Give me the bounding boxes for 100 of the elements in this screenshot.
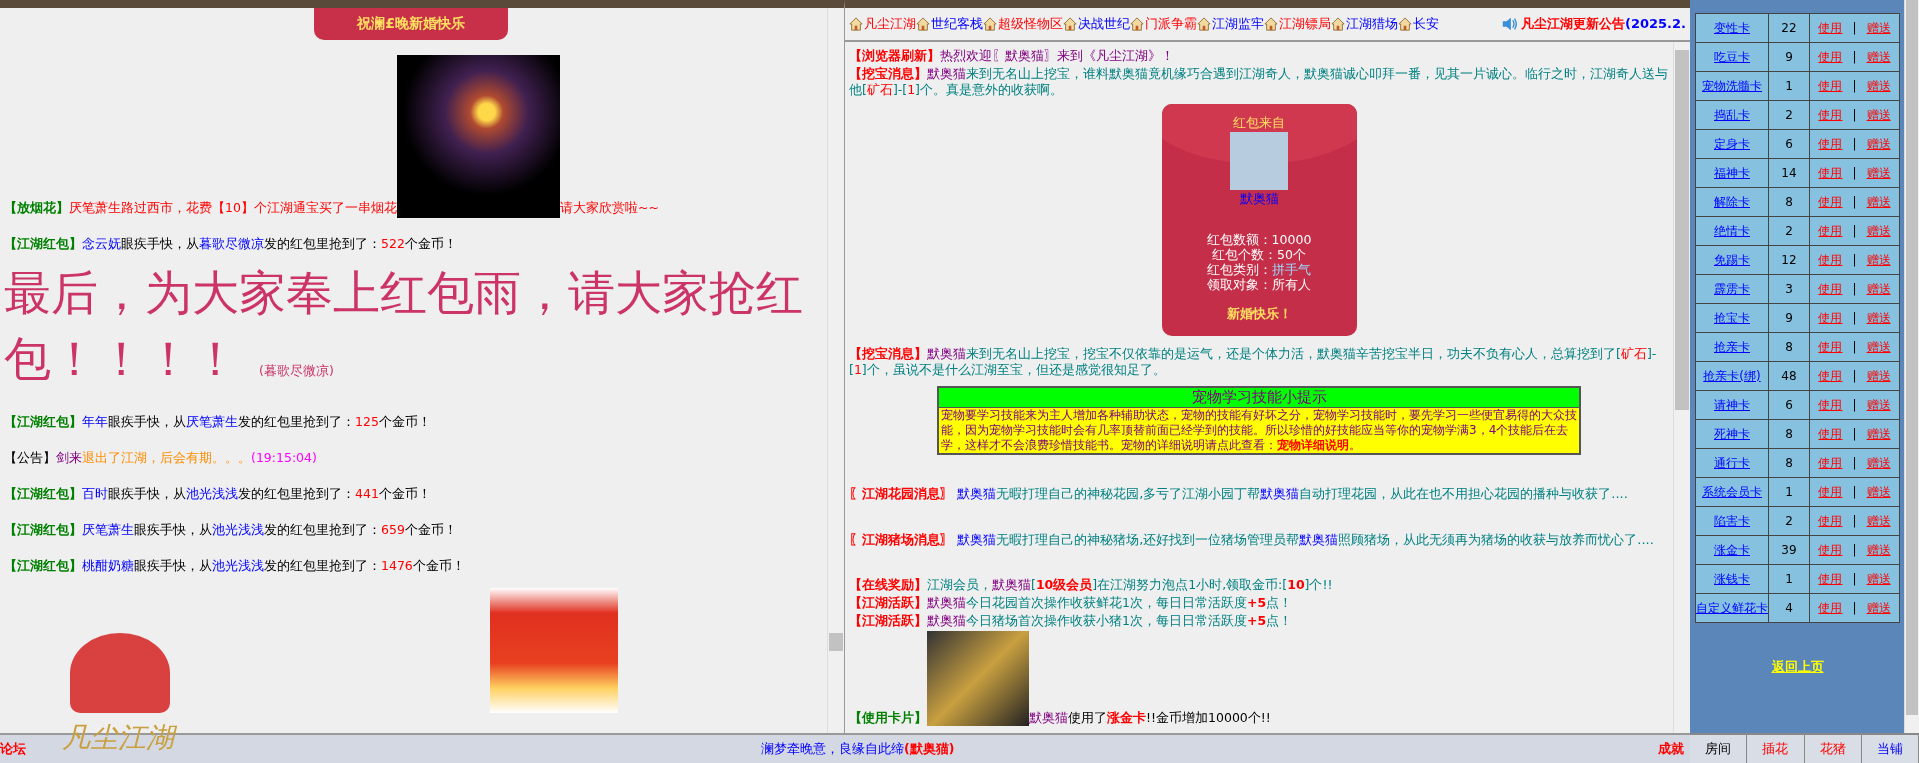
nav-link[interactable]: 超级怪物区 xyxy=(983,15,1063,33)
chat-message: 【公告】剑来退出了江湖，后会有期。。。(19:15:04) xyxy=(4,450,317,465)
announcement-link[interactable]: 凡尘江湖更新公告(2025.2. xyxy=(1520,15,1686,33)
count-cell: 48 xyxy=(1768,361,1810,391)
sender-name[interactable]: 默奥猫 xyxy=(1239,190,1279,208)
gift-link[interactable]: 赠送 xyxy=(1866,136,1891,151)
chat-message: 〖江湖猪场消息〗 默奥猫无暇打理自己的神秘猪场,还好找到一位猪场管理员帮默奥猫照顾猪场，从此无须再为猪场的收获与放养而忧心了.... xyxy=(849,532,1654,547)
back-link[interactable]: 返回上页 xyxy=(1771,659,1824,676)
avatar-placeholder xyxy=(1230,132,1288,190)
nav-link[interactable]: 江湖猎场 xyxy=(1331,15,1398,33)
use-link[interactable]: 使用 xyxy=(1818,339,1843,354)
nav-link[interactable]: 江湖镖局 xyxy=(1264,15,1331,33)
envelope-detail: 红包类别：拼手气 xyxy=(1206,262,1312,277)
use-link[interactable]: 使用 xyxy=(1818,600,1843,615)
scrollbar[interactable] xyxy=(1904,0,1919,733)
gift-link[interactable]: 赠送 xyxy=(1866,426,1891,441)
house-icon xyxy=(1331,17,1345,31)
use-link[interactable]: 使用 xyxy=(1818,426,1843,441)
envelope-detail: 领取对象：所有人 xyxy=(1206,277,1312,292)
count-cell: 8 xyxy=(1768,187,1810,217)
nav-link[interactable]: 长安 xyxy=(1398,15,1439,33)
scrollbar[interactable] xyxy=(827,8,844,733)
gift-link[interactable]: 赠送 xyxy=(1866,542,1891,557)
achievements-link[interactable]: 成就 xyxy=(1658,740,1684,758)
gift-link[interactable]: 赠送 xyxy=(1866,368,1891,383)
headline-text: 最后，为大家奉上红包雨，请大家抢红包！！！！ (暮歌尽微凉) xyxy=(4,264,804,388)
nav-link[interactable]: 世纪客栈 xyxy=(916,15,983,33)
count-cell: 4 xyxy=(1768,593,1810,623)
separator-text: | xyxy=(1852,600,1857,615)
use-link[interactable]: 使用 xyxy=(1818,484,1843,499)
separator-text: | xyxy=(1852,310,1857,325)
use-link[interactable]: 使用 xyxy=(1818,20,1843,35)
house-icon xyxy=(1197,17,1211,31)
gift-link[interactable]: 赠送 xyxy=(1866,165,1891,180)
gift-link[interactable]: 赠送 xyxy=(1866,20,1891,35)
gift-link[interactable]: 赠送 xyxy=(1866,339,1891,354)
chat-message: 请大家欣赏啦~~ xyxy=(559,200,659,215)
use-link[interactable]: 使用 xyxy=(1818,513,1843,528)
marquee-text: 澜梦牵晚意，良缘自此缔(默奥猫) xyxy=(761,740,955,758)
gift-link[interactable]: 赠送 xyxy=(1866,223,1891,238)
gift-link[interactable]: 赠送 xyxy=(1866,252,1891,267)
tip-text: 宠物要学习技能来为主人增加各种辅助状态，宠物的技能有好坏之分，宠物学习技能时，要先学习一些便宜易得的大众技能，因为宠物学习技能时会有几率顶替前面已经学到的技能。所以珍惜的好技能应当等你的宠物学满3，4个技能后在去学，这样才不会浪费珍惜技能书。宠物的详细说明请点此查看：宠物详细说明。 xyxy=(940,408,1578,453)
use-link[interactable]: 使用 xyxy=(1818,136,1843,151)
use-link[interactable]: 使用 xyxy=(1818,78,1843,93)
nav-link[interactable]: 门派争霸 xyxy=(1130,15,1197,33)
count-cell: 2 xyxy=(1768,506,1810,536)
chat-message: 【挖宝消息】默奥猫来到无名山上挖宝，谁料默奥猫竟机缘巧合遇到江湖奇人，默奥猫诚心叩拜一番，见其一片诚心。临行之时，江湖奇人送与他[矿石]-[1]个。真是意外的收获啊。 xyxy=(849,66,1668,97)
gift-link[interactable]: 赠送 xyxy=(1866,455,1891,470)
use-link[interactable]: 使用 xyxy=(1818,542,1843,557)
chat-message: 【放烟花】厌笔萧生路过西市，花费【10】个江湖通宝买了一串烟花 xyxy=(4,200,397,215)
use-link[interactable]: 使用 xyxy=(1818,49,1843,64)
gift-link[interactable]: 赠送 xyxy=(1866,107,1891,122)
tab[interactable]: 花猪 xyxy=(1804,735,1862,763)
use-link[interactable]: 使用 xyxy=(1818,368,1843,383)
tab[interactable]: 当铺 xyxy=(1861,735,1919,763)
gift-link[interactable]: 赠送 xyxy=(1866,513,1891,528)
use-link[interactable]: 使用 xyxy=(1818,223,1843,238)
gift-link[interactable]: 赠送 xyxy=(1866,600,1891,615)
envelope-label: 红包来自 xyxy=(1233,114,1285,132)
chat-message: 【江湖红包】桃酣奶糖眼疾手快，从池光浅浅发的红包里抢到了：1476个金币！ xyxy=(4,558,465,573)
separator-text: | xyxy=(1852,107,1857,122)
forum-link[interactable]: 论坛 xyxy=(0,740,26,758)
nav-link[interactable]: 凡尘江湖 xyxy=(849,15,916,33)
house-icon xyxy=(849,17,863,31)
use-link[interactable]: 使用 xyxy=(1818,281,1843,296)
tab[interactable]: 插花 xyxy=(1747,735,1805,763)
nav-link[interactable]: 江湖监牢 xyxy=(1197,15,1264,33)
use-link[interactable]: 使用 xyxy=(1818,252,1843,267)
use-link[interactable]: 使用 xyxy=(1818,107,1843,122)
gift-link[interactable]: 赠送 xyxy=(1866,397,1891,412)
gift-link[interactable]: 赠送 xyxy=(1866,194,1891,209)
tip-title: 宠物学习技能小提示 xyxy=(939,388,1579,408)
use-link[interactable]: 使用 xyxy=(1818,310,1843,325)
separator-text: | xyxy=(1852,194,1857,209)
use-link[interactable]: 使用 xyxy=(1818,194,1843,209)
count-cell: 1 xyxy=(1768,477,1810,507)
gift-link[interactable]: 赠送 xyxy=(1866,49,1891,64)
chat-message: 【使用卡片】 xyxy=(849,710,927,725)
details-link[interactable]: 宠物详细说明 xyxy=(1277,438,1349,452)
chat-message: 【江湖红包】百时眼疾手快，从池光浅浅发的红包里抢到了：441个金币！ xyxy=(4,486,431,501)
chat-message: 〖江湖花园消息〗 默奥猫无暇打理自己的神秘花园,多亏了江湖小园丁帮默奥猫自动打理花园，从此在也不用担心花园的播种与收获了.... xyxy=(849,486,1628,501)
use-link[interactable]: 使用 xyxy=(1818,397,1843,412)
use-link[interactable]: 使用 xyxy=(1818,455,1843,470)
gift-link[interactable]: 赠送 xyxy=(1866,281,1891,296)
use-link[interactable]: 使用 xyxy=(1818,165,1843,180)
house-icon xyxy=(1398,17,1412,31)
gift-link[interactable]: 赠送 xyxy=(1866,78,1891,93)
scrollbar[interactable] xyxy=(1673,42,1690,733)
house-icon xyxy=(1264,17,1278,31)
count-cell: 6 xyxy=(1768,390,1810,420)
separator-text: | xyxy=(1852,368,1857,383)
gift-link[interactable]: 赠送 xyxy=(1866,571,1891,586)
gift-link[interactable]: 赠送 xyxy=(1866,484,1891,499)
use-link[interactable]: 使用 xyxy=(1818,571,1843,586)
nav-link[interactable]: 决战世纪 xyxy=(1063,15,1130,33)
house-icon xyxy=(916,17,930,31)
house-icon xyxy=(1130,17,1144,31)
separator-text: | xyxy=(1852,281,1857,296)
count-cell: 39 xyxy=(1768,535,1810,565)
gift-link[interactable]: 赠送 xyxy=(1866,310,1891,325)
